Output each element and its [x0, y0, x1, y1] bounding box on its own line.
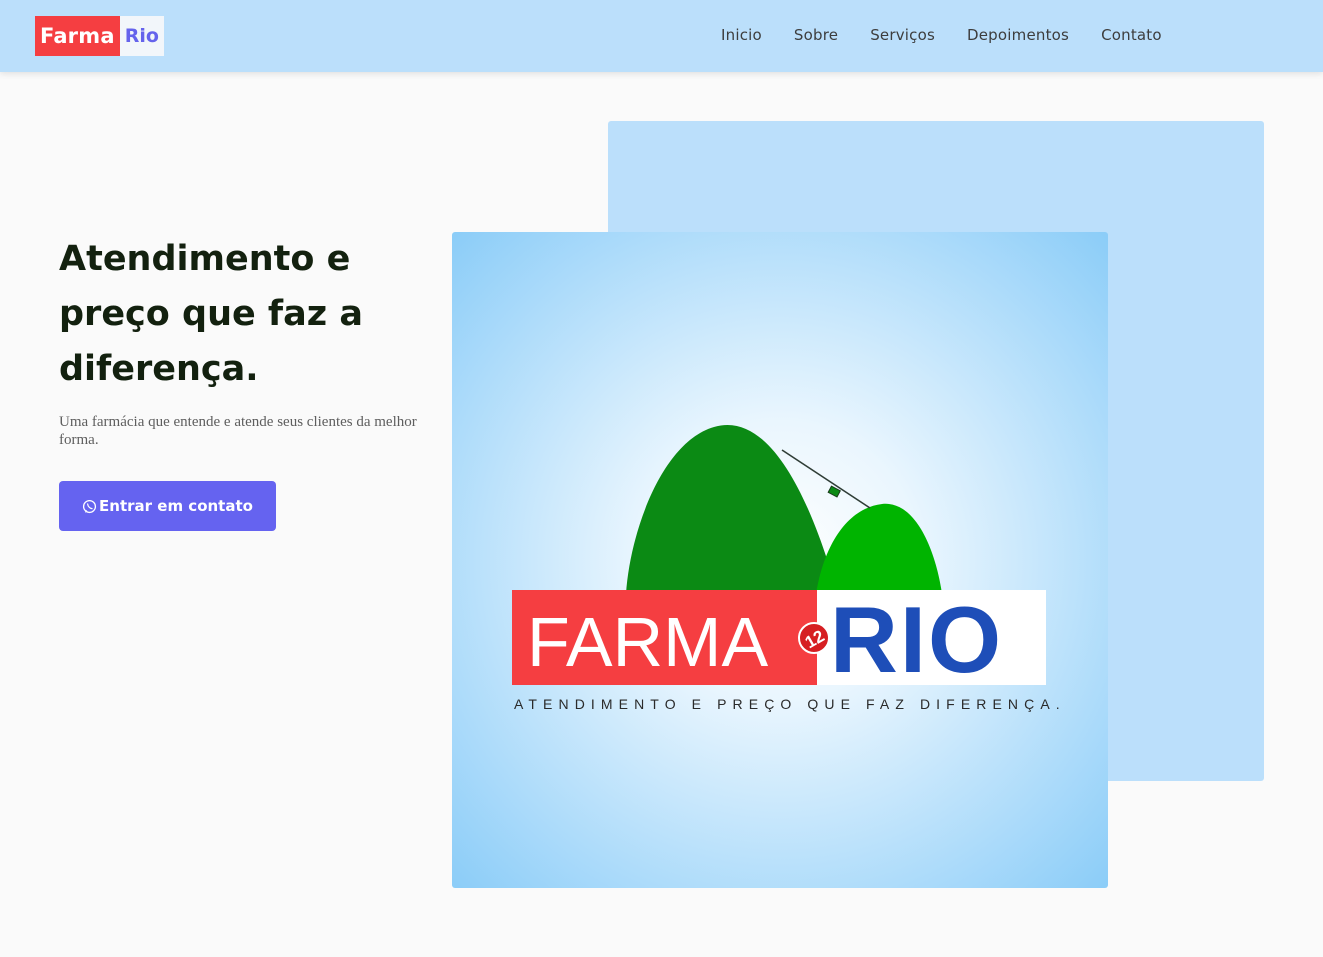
brand-logo-part1: Farma — [35, 16, 120, 56]
nav-link-depoimentos[interactable]: Depoimentos — [967, 26, 1069, 44]
contact-button-label: Entrar em contato — [99, 497, 253, 515]
brand-logo-part2: Rio — [119, 16, 164, 56]
brand-logo[interactable]: Farma Rio — [35, 16, 164, 56]
farmario-logo-image: FARMA 12 RIO ATENDIMENTO E PREÇO QUE FAZ… — [452, 232, 1108, 888]
logo-farma-text: FARMA — [527, 603, 768, 681]
logo-rio-text: RIO — [830, 587, 1003, 692]
hero-title: Atendimento e preço que faz a diferença. — [59, 239, 363, 389]
main-nav: Inicio Sobre Serviços Depoimentos Contat… — [721, 26, 1162, 44]
nav-link-sobre[interactable]: Sobre — [794, 26, 838, 44]
whatsapp-icon — [82, 499, 97, 513]
contact-button[interactable]: Entrar em contato — [59, 481, 276, 531]
nav-link-servicos[interactable]: Serviços — [870, 26, 935, 44]
logo-tagline-text: ATENDIMENTO E PREÇO QUE FAZ DIFERENÇA. — [514, 696, 1066, 712]
nav-link-contato[interactable]: Contato — [1101, 26, 1162, 44]
top-navbar: Farma Rio Inicio Sobre Serviços Depoimen… — [0, 0, 1323, 72]
hero-subtitle: Uma farmácia que entende e atende seus c… — [59, 414, 417, 448]
nav-link-inicio[interactable]: Inicio — [721, 26, 762, 44]
